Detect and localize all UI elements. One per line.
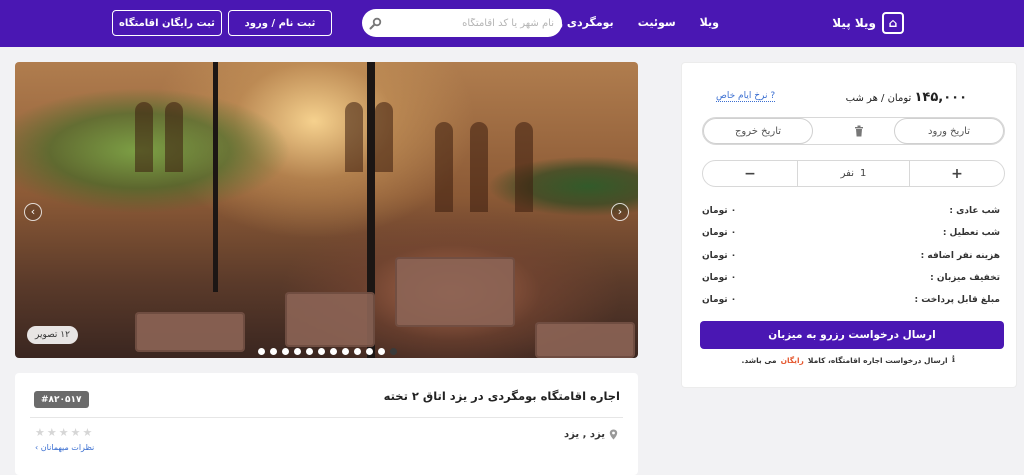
reviews-link-label: نظرات میهمانان bbox=[40, 443, 95, 452]
info-icon: ℹ bbox=[951, 355, 955, 365]
checkout-date-field[interactable]: تاریخ خروج bbox=[703, 118, 813, 144]
gallery-dots bbox=[258, 348, 397, 355]
courtyard-sofa bbox=[135, 312, 245, 352]
gallery-prev-button[interactable]: ‹ bbox=[24, 203, 42, 221]
gallery-dot[interactable] bbox=[318, 348, 325, 355]
cost-row-host-discount: تخفیف میزبان : ۰ تومان bbox=[702, 273, 1000, 287]
cost-label: شب تعطیل : bbox=[942, 228, 1000, 238]
trash-icon[interactable] bbox=[854, 125, 864, 137]
cost-row-regular-night: شب عادی : ۰ تومان bbox=[702, 206, 1000, 220]
gallery-dot[interactable] bbox=[342, 348, 349, 355]
cost-value: ۰ تومان bbox=[702, 251, 737, 261]
gallery-dot[interactable] bbox=[378, 348, 385, 355]
search-box bbox=[362, 9, 562, 37]
gallery-dot[interactable] bbox=[258, 348, 265, 355]
register-property-button[interactable]: ثبت رایگان اقامتگاه bbox=[112, 10, 222, 36]
cost-value: ۰ تومان bbox=[702, 295, 737, 305]
guest-count: 1 نفر bbox=[798, 161, 909, 186]
logo-text: ویلا پیلا bbox=[832, 16, 876, 30]
chevron-left-icon: › bbox=[35, 443, 39, 452]
note-suffix: می باشد. bbox=[741, 355, 777, 365]
gallery-dot[interactable] bbox=[306, 348, 313, 355]
gallery-dot[interactable] bbox=[366, 348, 373, 355]
nav-item-villa[interactable]: ویلا bbox=[700, 16, 719, 29]
cost-label: مبلغ قابل پرداخت : bbox=[914, 295, 1000, 305]
guest-stepper: + 1 نفر − bbox=[702, 160, 1005, 187]
search-icon[interactable] bbox=[369, 16, 383, 30]
increase-guests-button[interactable]: + bbox=[909, 161, 1004, 186]
nav-item-suite[interactable]: سوئیت bbox=[638, 16, 676, 29]
courtyard-pillar bbox=[213, 62, 218, 292]
question-icon: ? bbox=[770, 91, 776, 101]
free-request-note: ℹ ارسال درخواست اجاره اقامتگاه، کاملا را… bbox=[742, 355, 955, 365]
courtyard-sofa bbox=[395, 257, 515, 327]
listing-info-card: اجاره اقامتگاه بومگردی در یزد اتاق ۲ تخت… bbox=[15, 373, 638, 475]
star-icon: ★ bbox=[82, 426, 93, 439]
gallery-dot[interactable] bbox=[294, 348, 301, 355]
gallery-dot[interactable] bbox=[282, 348, 289, 355]
arch-window bbox=[345, 102, 363, 172]
arch-door bbox=[515, 122, 533, 212]
star-icon: ★ bbox=[46, 426, 57, 439]
rating-stars: ★ ★ ★ ★ ★ bbox=[35, 427, 92, 439]
checkin-date-field[interactable]: تاریخ ورود bbox=[894, 118, 1004, 144]
star-icon: ★ bbox=[35, 426, 45, 439]
photo-count-label: ۱۲ تصویر bbox=[35, 330, 70, 340]
arch-window bbox=[135, 102, 153, 172]
cost-value: ۰ تومان bbox=[702, 228, 737, 238]
house-logo-icon: ⌂ bbox=[882, 12, 904, 34]
decrease-guests-button[interactable]: − bbox=[703, 161, 798, 186]
special-days-label: نرخ ایام خاص bbox=[716, 91, 768, 101]
cost-label: هزینه نفر اضافه : bbox=[920, 251, 1000, 261]
gallery-next-button[interactable]: › bbox=[611, 203, 629, 221]
cost-row-holiday-night: شب تعطیل : ۰ تومان bbox=[702, 228, 1000, 242]
photo-gallery[interactable]: ‹ › ۱۲ تصویر bbox=[15, 62, 638, 358]
listing-title: اجاره اقامتگاه بومگردی در یزد اتاق ۲ تخت… bbox=[383, 389, 620, 403]
gallery-dot[interactable] bbox=[354, 348, 361, 355]
listing-location: یزد , یزد bbox=[564, 429, 618, 440]
star-icon: ★ bbox=[70, 426, 81, 439]
send-reservation-request-button[interactable]: ارسال درخواست رزرو به میزبان bbox=[700, 321, 1004, 349]
cost-row-total: مبلغ قابل پرداخت : ۰ تومان bbox=[702, 295, 1000, 309]
gallery-dot[interactable] bbox=[330, 348, 337, 355]
search-input[interactable] bbox=[388, 14, 554, 32]
guest-count-unit: نفر bbox=[840, 168, 854, 179]
gallery-dot[interactable] bbox=[390, 348, 397, 355]
listing-code-badge: #۸۲۰۵۱۷ bbox=[34, 391, 89, 408]
cost-row-extra-guest: هزینه نفر اضافه : ۰ تومان bbox=[702, 251, 1000, 265]
arch-door bbox=[435, 122, 453, 212]
chevron-left-icon: ‹ bbox=[30, 205, 36, 218]
arch-door bbox=[470, 122, 488, 212]
courtyard-sofa bbox=[535, 322, 635, 358]
price-unit: تومان / هر شب bbox=[845, 93, 912, 104]
special-days-rate-link[interactable]: ? نرخ ایام خاص bbox=[716, 91, 776, 102]
note-prefix: ارسال درخواست اجاره اقامتگاه، کاملا bbox=[807, 355, 948, 365]
map-pin-icon bbox=[609, 429, 618, 440]
guest-count-value: 1 bbox=[860, 168, 867, 179]
arch-window bbox=[375, 102, 393, 172]
cost-label: تخفیف میزبان : bbox=[930, 273, 1000, 283]
cost-label: شب عادی : bbox=[949, 206, 1000, 216]
login-register-button[interactable]: ثبت نام / ورود bbox=[228, 10, 332, 36]
star-icon: ★ bbox=[58, 426, 69, 439]
gallery-dot[interactable] bbox=[270, 348, 277, 355]
courtyard-sofa bbox=[285, 292, 375, 347]
top-header: ویلا پیلا ⌂ ویلا سوئیت بومگردی و خانه سن… bbox=[0, 0, 1024, 47]
site-logo[interactable]: ویلا پیلا ⌂ bbox=[832, 12, 904, 34]
photo-count-badge[interactable]: ۱۲ تصویر bbox=[27, 326, 78, 344]
cost-value: ۰ تومان bbox=[702, 273, 737, 283]
note-free: رایگان bbox=[780, 355, 804, 365]
arch-window bbox=[165, 102, 183, 172]
booking-panel: ۱۴۵,۰۰۰ تومان / هر شب ? نرخ ایام خاص تار… bbox=[681, 62, 1017, 388]
location-text: یزد , یزد bbox=[564, 429, 605, 440]
guest-reviews-link[interactable]: نظرات میهمانان › bbox=[35, 443, 94, 452]
nightly-price: ۱۴۵,۰۰۰ تومان / هر شب bbox=[846, 90, 967, 105]
price-value: ۱۴۵,۰۰۰ bbox=[914, 90, 967, 105]
divider bbox=[30, 417, 623, 418]
date-range-picker: تاریخ ورود تاریخ خروج bbox=[702, 117, 1005, 145]
chevron-right-icon: › bbox=[617, 205, 623, 218]
cost-value: ۰ تومان bbox=[702, 206, 737, 216]
